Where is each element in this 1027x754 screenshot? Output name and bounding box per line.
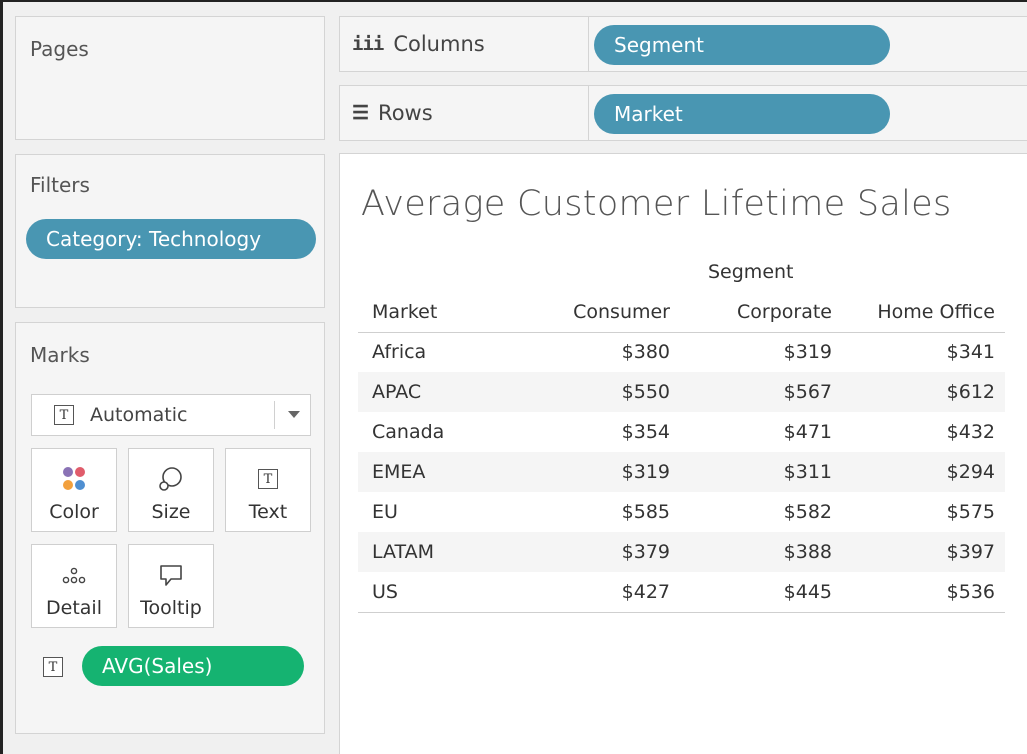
text-button[interactable]: T Text xyxy=(225,448,311,532)
value-cell[interactable]: $432 xyxy=(842,412,1005,452)
size-label: Size xyxy=(151,501,191,523)
filters-title: Filters xyxy=(30,173,90,197)
market-cell[interactable]: EMEA xyxy=(358,452,518,492)
segment-header-row: Segment xyxy=(358,252,1005,292)
table-row: US $427 $445 $536 xyxy=(358,572,1005,613)
detail-icon xyxy=(60,557,88,593)
value-cell[interactable]: $319 xyxy=(518,452,680,492)
value-cell[interactable]: $341 xyxy=(842,332,1005,372)
columns-pill-segment[interactable]: Segment xyxy=(594,25,890,65)
view-left-strip xyxy=(3,738,339,754)
value-cell[interactable]: $612 xyxy=(842,372,1005,412)
dropdown-divider xyxy=(274,401,275,429)
table-row: EU $585 $582 $575 xyxy=(358,492,1005,532)
market-cell[interactable]: APAC xyxy=(358,372,518,412)
value-cell[interactable]: $319 xyxy=(680,332,842,372)
text-label: Text xyxy=(248,501,288,523)
column-header-row: Market Consumer Corporate Home Office xyxy=(358,292,1005,333)
tooltip-label: Tooltip xyxy=(140,597,202,619)
filters-card: Filters Category: Technology xyxy=(15,154,325,308)
value-cell[interactable]: $445 xyxy=(680,572,842,613)
columns-icon: iii xyxy=(352,33,384,55)
table-row: LATAM $379 $388 $397 xyxy=(358,532,1005,572)
marks-card: Marks T Automatic Color Size T Text Deta… xyxy=(15,322,325,734)
size-button[interactable]: Size xyxy=(128,448,214,532)
mark-type-label: Automatic xyxy=(90,404,188,426)
market-header[interactable]: Market xyxy=(358,292,518,333)
color-button[interactable]: Color xyxy=(31,448,117,532)
rows-label-text: Rows xyxy=(378,101,433,125)
table-row: Canada $354 $471 $432 xyxy=(358,412,1005,452)
tooltip-icon xyxy=(157,557,185,593)
value-cell[interactable]: $582 xyxy=(680,492,842,532)
detail-button[interactable]: Detail xyxy=(31,544,117,628)
text-mark-icon: T xyxy=(54,405,74,425)
detail-label: Detail xyxy=(46,597,102,619)
worksheet-view: Average Customer Lifetime Sales Segment … xyxy=(339,153,1027,754)
value-cell[interactable]: $575 xyxy=(842,492,1005,532)
pages-title: Pages xyxy=(30,37,89,61)
market-cell[interactable]: US xyxy=(358,572,518,613)
value-cell[interactable]: $550 xyxy=(518,372,680,412)
table-row: Africa $380 $319 $341 xyxy=(358,332,1005,372)
value-cell[interactable]: $397 xyxy=(842,532,1005,572)
home-office-header[interactable]: Home Office xyxy=(842,292,1005,333)
value-cell[interactable]: $536 xyxy=(842,572,1005,613)
mark-type-dropdown[interactable]: T Automatic xyxy=(31,394,311,436)
market-cell[interactable]: LATAM xyxy=(358,532,518,572)
corporate-header[interactable]: Corporate xyxy=(680,292,842,333)
value-cell[interactable]: $471 xyxy=(680,412,842,452)
columns-label-text: Columns xyxy=(393,32,485,56)
color-label: Color xyxy=(49,501,99,523)
pages-card: Pages xyxy=(15,16,325,140)
value-cell[interactable]: $379 xyxy=(518,532,680,572)
size-icon xyxy=(157,461,185,497)
columns-divider xyxy=(588,17,589,71)
value-cell[interactable]: $567 xyxy=(680,372,842,412)
market-cell[interactable]: EU xyxy=(358,492,518,532)
table-row: APAC $550 $567 $612 xyxy=(358,372,1005,412)
columns-label: iii Columns xyxy=(352,17,485,71)
rows-label: ☰ Rows xyxy=(352,86,433,140)
rows-divider xyxy=(588,86,589,140)
market-cell[interactable]: Canada xyxy=(358,412,518,452)
rows-pill-market[interactable]: Market xyxy=(594,94,890,134)
value-cell[interactable]: $427 xyxy=(518,572,680,613)
segment-header[interactable]: Segment xyxy=(518,252,1005,292)
value-cell[interactable]: $311 xyxy=(680,452,842,492)
filter-pill-category[interactable]: Category: Technology xyxy=(26,219,316,259)
marks-title: Marks xyxy=(30,343,90,367)
measure-pill-avg-sales[interactable]: AVG(Sales) xyxy=(82,646,304,686)
value-cell[interactable]: $388 xyxy=(680,532,842,572)
value-cell[interactable]: $585 xyxy=(518,492,680,532)
value-cell[interactable]: $294 xyxy=(842,452,1005,492)
market-cell[interactable]: Africa xyxy=(358,332,518,372)
color-icon xyxy=(60,461,88,497)
tableau-workspace: Pages Filters Category: Technology Marks… xyxy=(0,0,1027,754)
value-cell[interactable]: $354 xyxy=(518,412,680,452)
worksheet-title: Average Customer Lifetime Sales xyxy=(361,184,952,224)
consumer-header[interactable]: Consumer xyxy=(518,292,680,333)
table-body: Africa $380 $319 $341 APAC $550 $567 $612 Canada… xyxy=(358,332,1005,613)
tooltip-button[interactable]: Tooltip xyxy=(128,544,214,628)
table-row: EMEA $319 $311 $294 xyxy=(358,452,1005,492)
value-cell[interactable]: $380 xyxy=(518,332,680,372)
columns-shelf: iii Columns Segment xyxy=(339,16,1027,72)
crosstab-table: Segment Market Consumer Corporate Home O… xyxy=(358,252,1005,613)
rows-shelf: ☰ Rows Market xyxy=(339,85,1027,141)
text-field-icon: T xyxy=(43,657,63,677)
rows-icon: ☰ xyxy=(352,102,369,124)
text-icon: T xyxy=(258,461,278,497)
chevron-down-icon[interactable] xyxy=(288,411,300,418)
